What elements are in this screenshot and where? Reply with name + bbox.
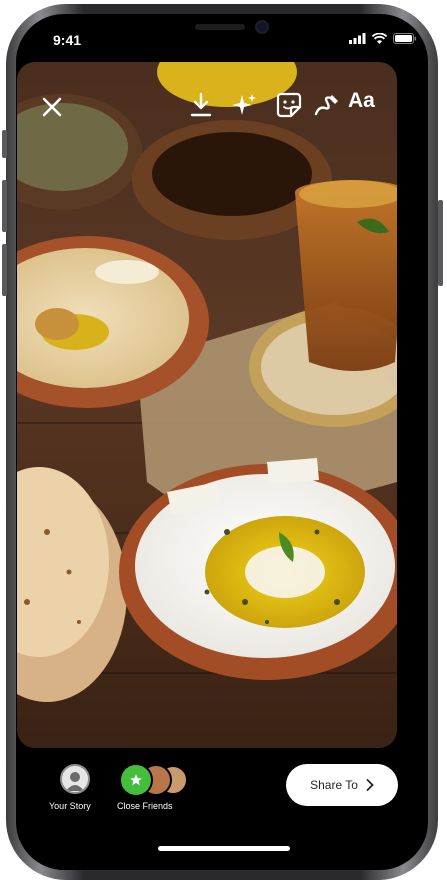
- speaker: [195, 24, 245, 30]
- close-friends-label: Close Friends: [117, 801, 173, 811]
- cellular-signal-icon: [349, 33, 366, 44]
- close-icon[interactable]: [41, 96, 63, 118]
- wifi-icon: [372, 33, 387, 44]
- food-scene: [17, 62, 397, 702]
- power-button: [438, 200, 443, 286]
- sticker-icon[interactable]: [275, 91, 303, 119]
- draw-icon[interactable]: [313, 92, 341, 118]
- front-camera: [257, 22, 267, 32]
- battery-icon: [393, 33, 417, 44]
- mute-switch: [2, 130, 7, 158]
- star-icon: [130, 774, 142, 786]
- notch: [133, 14, 311, 48]
- share-to-button[interactable]: Share To: [286, 764, 398, 806]
- status-time: 9:41: [53, 32, 82, 48]
- download-icon[interactable]: [190, 92, 212, 118]
- text-tool-button[interactable]: Aa: [348, 89, 375, 113]
- volume-down-button: [2, 244, 7, 296]
- home-indicator[interactable]: [158, 846, 290, 851]
- chevron-right-icon: [366, 779, 374, 791]
- volume-up-button: [2, 180, 7, 232]
- story-photo[interactable]: Aa: [17, 62, 397, 748]
- profile-photo-icon: [66, 772, 84, 791]
- sparkle-icon[interactable]: [230, 92, 258, 118]
- your-story-label: Your Story: [49, 801, 91, 811]
- share-to-label: Share To: [310, 778, 358, 792]
- close-friends-button[interactable]: [119, 763, 153, 797]
- status-icons: [349, 33, 417, 44]
- your-story-avatar[interactable]: [60, 764, 90, 794]
